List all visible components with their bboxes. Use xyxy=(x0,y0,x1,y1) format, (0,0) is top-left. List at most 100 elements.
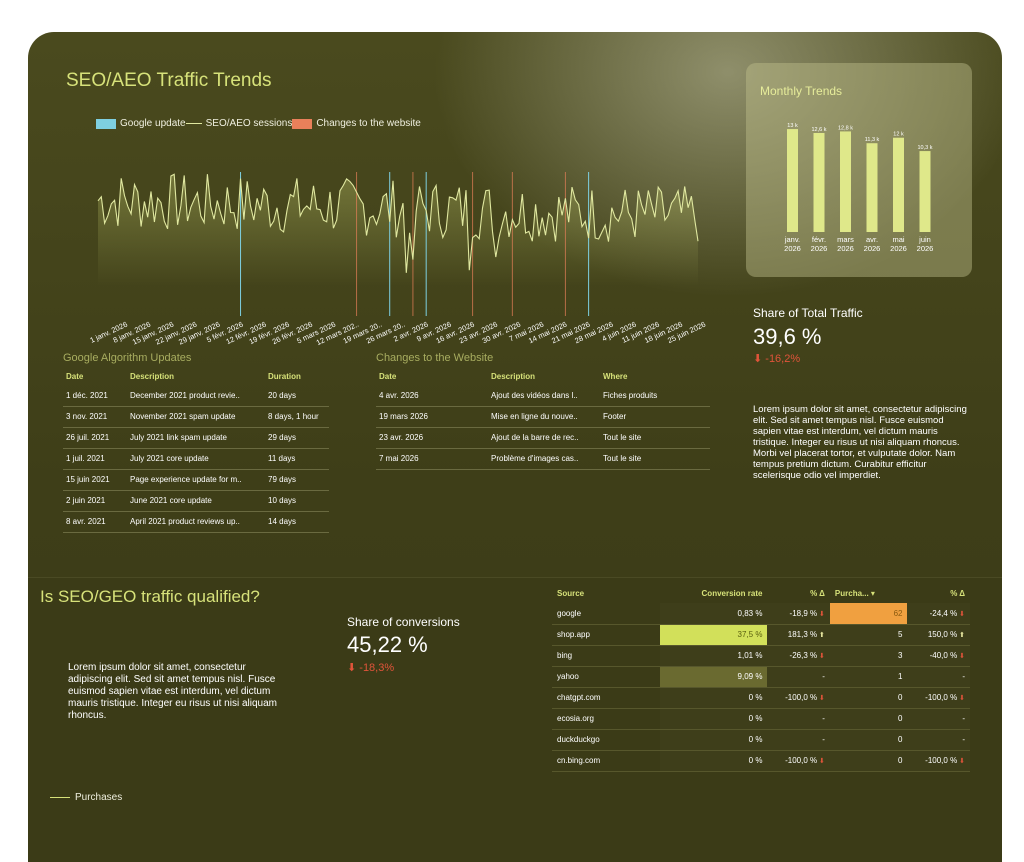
wc-cell: Fiches produits xyxy=(600,385,710,407)
source-value-purch: 5 xyxy=(898,630,903,639)
source-cell-rate: 0 % xyxy=(659,687,768,709)
wc-row[interactable]: 23 avr. 2026 Ajout de la barre de rec.. To… xyxy=(376,427,710,449)
purchases-legend-line xyxy=(50,797,70,798)
bar-category-year: 2026 xyxy=(811,244,828,253)
wc-cell: 19 mars 2026 xyxy=(376,406,488,428)
gu-row[interactable]: 1 juil. 2021 July 2021 core update 11 days xyxy=(63,448,329,470)
wc-cell: 7 mai 2026 xyxy=(376,448,488,470)
gu-cell: 3 nov. 2021 xyxy=(63,406,127,428)
source-cell-rate: 0 % xyxy=(659,750,768,772)
source-value-source: yahoo xyxy=(557,672,579,681)
bar-category-label: avr. xyxy=(866,235,878,244)
source-row[interactable]: ecosia.org 0 % - 0 - xyxy=(552,708,970,730)
source-value-d1: -26,3 % xyxy=(789,651,818,660)
bar-category-year: 2026 xyxy=(864,244,881,253)
bar-data-label: 13 k xyxy=(787,123,798,129)
wc-header-date[interactable]: Date xyxy=(376,368,488,385)
gu-cell: 29 days xyxy=(265,427,329,449)
source-value-d2: - xyxy=(962,672,965,681)
source-cell-source: google xyxy=(552,603,660,625)
source-cell-d2: - xyxy=(907,729,970,751)
arrow-down-icon: ⬇ xyxy=(817,653,825,660)
wc-row[interactable]: 19 mars 2026 Mise en ligne du nouve.. Foot… xyxy=(376,406,710,428)
source-value-purch: 62 xyxy=(893,608,903,618)
wc-cell: 4 avr. 2026 xyxy=(376,385,488,407)
bar-category-label: mars xyxy=(837,235,854,244)
wc-row[interactable]: 4 avr. 2026 Ajout des vidéos dans l.. Fich… xyxy=(376,385,710,407)
gu-cell: 20 days xyxy=(265,385,329,407)
source-cell-d1: -100,0 % ⬇ xyxy=(767,687,830,709)
source-cell-source: chatgpt.com xyxy=(552,687,660,709)
source-value-rate: 0,83 % xyxy=(737,608,763,618)
src-header-source[interactable]: Source xyxy=(552,583,660,603)
src-header-purchases[interactable]: Purcha... ▾ xyxy=(830,583,908,603)
source-cell-d2: 150,0 % ⬆ xyxy=(907,624,970,646)
src-header-conversion-rate[interactable]: Conversion rate xyxy=(660,583,768,603)
source-value-d2: -40,0 % xyxy=(929,651,958,660)
source-cell-d1: - xyxy=(767,666,830,688)
source-value-rate: 9,09 % xyxy=(737,672,763,681)
gu-row[interactable]: 2 juin 2021 June 2021 core update 10 days xyxy=(63,490,329,512)
gu-header-duration[interactable]: Duration xyxy=(265,368,329,385)
source-row[interactable]: chatgpt.com 0 % -100,0 % ⬇ 0 -100,0 % ⬇ xyxy=(552,687,970,709)
source-cell-d2: -100,0 % ⬇ xyxy=(907,750,970,772)
gu-cell: 1 juil. 2021 xyxy=(63,448,127,470)
source-cell-d1: -26,3 % ⬇ xyxy=(767,645,830,667)
source-cell-purch: 0 xyxy=(829,750,908,772)
source-cell-source: cn.bing.com xyxy=(552,750,660,772)
wc-header-description[interactable]: Description xyxy=(488,368,600,385)
source-cell-purch: 0 xyxy=(829,708,908,730)
source-cell-d2: - xyxy=(907,666,970,688)
website-changes-table: Date Description Where 4 avr. 2026 Ajout … xyxy=(376,368,710,470)
source-row[interactable]: bing 1,01 % -26,3 % ⬇ 3 -40,0 % ⬇ xyxy=(552,645,970,667)
source-cell-rate: 37,5 % xyxy=(659,624,768,646)
gu-row[interactable]: 3 nov. 2021 November 2021 spam update 8 da… xyxy=(63,406,329,428)
source-value-source: google xyxy=(557,608,582,618)
qualified-paragraph: Lorem ipsum dolor sit amet, consectetur … xyxy=(68,662,277,721)
source-cell-rate: 0,83 % xyxy=(659,603,768,625)
google-updates-title: Google Algorithm Updates xyxy=(63,352,192,364)
qualified-title: Is SEO/GEO traffic qualified? xyxy=(40,587,260,606)
source-value-d2: -100,0 % xyxy=(925,693,958,702)
source-value-purch: 0 xyxy=(898,714,903,723)
gu-row[interactable]: 1 déc. 2021 December 2021 product revie..… xyxy=(63,385,329,407)
bar-data-label: 11,3 k xyxy=(865,137,880,143)
source-value-source: duckduckgo xyxy=(557,735,600,744)
source-cell-d2: - xyxy=(907,708,970,730)
gu-row[interactable]: 26 juil. 2021 July 2021 link spam update 2… xyxy=(63,427,329,449)
source-cell-purch: 0 xyxy=(829,687,908,709)
source-value-source: ecosia.org xyxy=(557,714,594,723)
gu-row[interactable]: 8 avr. 2021 April 2021 product reviews up… xyxy=(63,511,329,533)
source-cell-d2: -24,4 % ⬇ xyxy=(907,603,970,625)
monthly-bar-chart[interactable]: 13 kjanv.202612,6 kfévr.202612,8 kmars20… xyxy=(28,32,1002,292)
source-cell-d1: -100,0 % ⬇ xyxy=(767,750,830,772)
wc-cell: Tout le site xyxy=(600,448,710,470)
source-value-source: bing xyxy=(557,651,573,660)
source-row[interactable]: duckduckgo 0 % - 0 - xyxy=(552,729,970,751)
arrow-down-icon: ⬇ xyxy=(817,610,825,618)
source-row[interactable]: shop.app 37,5 % 181,3 % ⬆ 5 150,0 % ⬆ xyxy=(552,624,970,646)
purchases-legend[interactable]: Purchases xyxy=(50,792,122,803)
source-value-d1: -100,0 % xyxy=(785,693,818,702)
bar-category-label: févr. xyxy=(812,235,826,244)
google-updates-table: Date Description Duration 1 déc. 2021 Dec… xyxy=(63,368,329,533)
gu-header-description[interactable]: Description xyxy=(127,368,265,385)
gu-cell: 10 days xyxy=(265,490,329,512)
src-header-purchase-delta[interactable]: % Δ xyxy=(907,583,970,603)
src-header-rate-delta[interactable]: % Δ xyxy=(767,583,829,603)
share-conversions-value: 45,22 % xyxy=(347,632,428,657)
wc-row[interactable]: 7 mai 2026 Problème d'images cas.. Tout le… xyxy=(376,448,710,470)
source-row[interactable]: yahoo 9,09 % - 1 - xyxy=(552,666,970,688)
wc-header-where[interactable]: Where xyxy=(600,368,710,385)
source-value-d1: - xyxy=(822,735,825,744)
gu-cell: 2 juin 2021 xyxy=(63,490,127,512)
gu-cell: June 2021 core update xyxy=(127,490,265,512)
gu-header-date[interactable]: Date xyxy=(63,368,127,385)
monthly-bar xyxy=(893,137,904,232)
source-value-d1: -18,9 % xyxy=(789,608,818,618)
bar-category-year: 2026 xyxy=(890,244,907,253)
source-row[interactable]: cn.bing.com 0 % -100,0 % ⬇ 0 -100,0 % ⬇ xyxy=(552,750,970,772)
arrow-down-icon: ⬇ xyxy=(957,758,965,765)
gu-row[interactable]: 15 juin 2021 Page experience update for m… xyxy=(63,469,329,491)
source-row[interactable]: google 0,83 % -18,9 % ⬇ 62 -24,4 % ⬇ xyxy=(552,603,970,625)
